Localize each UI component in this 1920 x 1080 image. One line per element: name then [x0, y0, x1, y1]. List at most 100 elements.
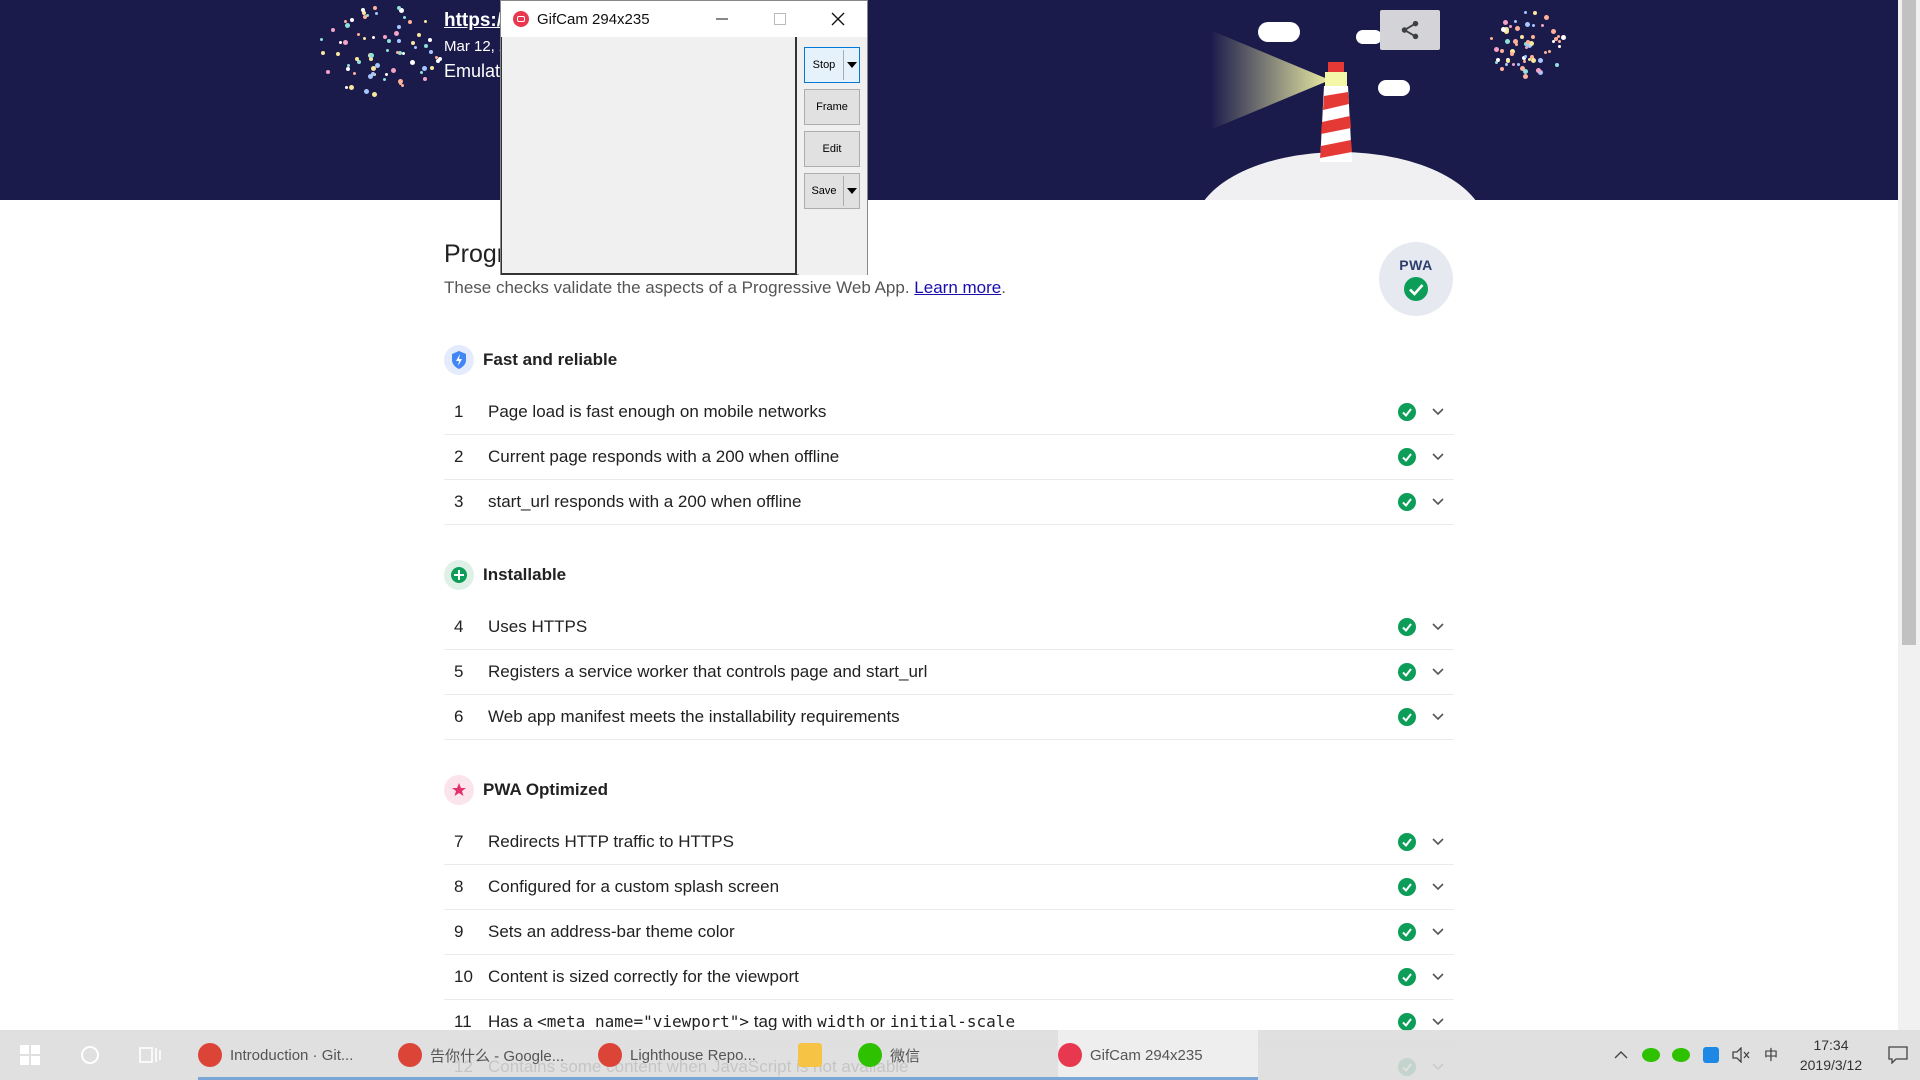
audit-row[interactable]: 9 Sets an address-bar theme color	[444, 910, 1454, 955]
taskbar-app-button[interactable]: 告你什么 - Google...	[398, 1030, 598, 1080]
wechat-tray-icon-2[interactable]	[1668, 1030, 1694, 1080]
chevron-down-icon[interactable]	[1428, 713, 1448, 721]
chevron-down-icon[interactable]	[1428, 408, 1448, 416]
chevron-down-icon[interactable]	[1428, 453, 1448, 461]
audit-row[interactable]: 2 Current page responds with a 200 when o…	[444, 435, 1454, 480]
edit-button[interactable]: Edit	[804, 131, 860, 167]
taskbar-app-button[interactable]: GifCam 294x235	[1058, 1030, 1258, 1080]
tray-overflow-chevron-icon[interactable]	[1608, 1030, 1634, 1080]
chevron-down-icon[interactable]	[1428, 838, 1448, 846]
minimize-icon	[716, 18, 728, 20]
confetti-dot	[421, 65, 427, 71]
save-dropdown-arrow-icon[interactable]	[843, 176, 859, 206]
pass-check-icon	[1398, 1013, 1416, 1031]
audit-row[interactable]: 10 Content is sized correctly for the vie…	[444, 955, 1454, 1000]
audit-row[interactable]: 8 Configured for a custom splash screen	[444, 865, 1454, 910]
pass-check-icon	[1398, 833, 1416, 851]
taskbar-app-label: GifCam 294x235	[1090, 1046, 1203, 1064]
chevron-down-icon[interactable]	[1428, 668, 1448, 676]
bluetooth-star-icon[interactable]	[1698, 1030, 1724, 1080]
page-scrollbar[interactable]	[1898, 0, 1920, 1030]
close-button[interactable]	[809, 1, 867, 37]
learn-more-link[interactable]: Learn more	[914, 278, 1001, 297]
confetti-dot	[350, 17, 355, 22]
taskbar-apps: Introduction · Git... 告你什么 - Google... Lig…	[198, 1030, 1258, 1080]
frame-label: Frame	[816, 101, 848, 113]
save-label: Save	[811, 185, 837, 197]
pass-check-icon	[1398, 618, 1416, 636]
confetti-dot	[419, 71, 423, 75]
confetti-dot	[411, 41, 416, 46]
start-button[interactable]	[0, 1030, 60, 1080]
close-icon	[831, 12, 845, 26]
taskbar-app-button[interactable]: Introduction · Git...	[198, 1030, 398, 1080]
chevron-down-icon[interactable]	[1428, 1018, 1448, 1026]
task-view-button[interactable]	[120, 1030, 180, 1080]
frame-button[interactable]: Frame	[804, 89, 860, 125]
taskbar-app-label: Introduction · Git...	[230, 1046, 354, 1064]
confetti-dot	[403, 15, 407, 19]
gifcam-titlebar[interactable]: GifCam 294x235	[501, 1, 867, 37]
taskbar-app-button[interactable]	[798, 1030, 858, 1080]
audit-row[interactable]: 6 Web app manifest meets the installabili…	[444, 695, 1454, 740]
confetti-dot	[1522, 60, 1526, 64]
stop-dropdown-arrow-icon[interactable]	[843, 50, 859, 80]
audit-title: Sets an address-bar theme color	[488, 922, 735, 941]
confetti-dot	[345, 85, 349, 89]
confetti-dot	[320, 37, 324, 41]
confetti-dot	[1529, 40, 1535, 46]
taskbar-app-button[interactable]: 微信	[858, 1030, 1058, 1080]
confetti-dot	[368, 53, 374, 59]
confetti-dot	[1516, 63, 1520, 67]
share-button[interactable]	[1380, 10, 1440, 50]
minimize-button[interactable]	[693, 1, 751, 37]
audit-row[interactable]: 7 Redirects HTTP traffic to HTTPS	[444, 820, 1454, 865]
audit-title: Redirects HTTP traffic to HTTPS	[488, 832, 734, 851]
chevron-down-icon[interactable]	[1428, 928, 1448, 936]
scrollbar-thumb[interactable]	[1902, 0, 1916, 645]
confetti-dot	[343, 39, 349, 45]
chevron-down-icon[interactable]	[1428, 498, 1448, 506]
taskbar-app-button[interactable]: Lighthouse Repo...	[598, 1030, 798, 1080]
audit-title-text: tag with	[749, 1012, 818, 1031]
confetti-dot	[429, 50, 434, 55]
pass-check-icon	[1398, 448, 1416, 466]
group-pwa-optimized: PWA Optimized	[444, 775, 608, 805]
confetti-dot	[429, 65, 434, 70]
clock-date: 2019/3/12	[1799, 1057, 1863, 1073]
confetti-dot	[384, 72, 388, 76]
confetti-dot	[374, 11, 378, 15]
wechat-tray-icon[interactable]	[1638, 1030, 1664, 1080]
clock-time: 17:34	[1813, 1037, 1849, 1053]
audit-row[interactable]: 3 start_url responds with a 200 when offl…	[444, 480, 1454, 525]
audit-title-code: width	[817, 1012, 866, 1031]
category-description: These checks validate the aspects of a P…	[444, 278, 1006, 298]
chevron-down-icon[interactable]	[1428, 883, 1448, 891]
volume-muted-icon[interactable]	[1728, 1030, 1754, 1080]
audit-title-code: initial-scale	[889, 1012, 1016, 1031]
audit-row[interactable]: 4 Uses HTTPS	[444, 605, 1454, 650]
edit-label: Edit	[822, 143, 842, 155]
check-circle-icon	[1404, 276, 1428, 301]
notification-icon[interactable]	[1878, 1030, 1918, 1080]
confetti-dot	[1557, 39, 1561, 43]
gifcam-capture-frame[interactable]	[501, 37, 797, 275]
chevron-down-icon[interactable]	[1428, 623, 1448, 631]
confetti-dot	[1489, 37, 1493, 41]
search-button[interactable]	[60, 1030, 120, 1080]
report-url-link[interactable]: https://	[444, 10, 507, 32]
audit-row[interactable]: 1 Page load is fast enough on mobile netw…	[444, 390, 1454, 435]
group-fast-reliable: Fast and reliable	[444, 345, 617, 375]
stop-button[interactable]: Stop	[804, 47, 860, 83]
chevron-down-icon[interactable]	[1428, 973, 1448, 981]
audit-title: start_url responds with a 200 when offli…	[488, 492, 802, 511]
save-button[interactable]: Save	[804, 173, 860, 209]
audit-row[interactable]: 5 Registers a service worker that control…	[444, 650, 1454, 695]
taskbar-app-label: 告你什么 - Google...	[430, 1047, 565, 1065]
ime-indicator[interactable]: 中	[1758, 1030, 1784, 1080]
pwa-badge: PWA	[1379, 242, 1453, 316]
confetti-dot	[1505, 39, 1511, 45]
confetti-dot	[356, 33, 360, 37]
confetti-dot	[1544, 15, 1550, 21]
taskbar-clock[interactable]: 17:34 2019/3/12	[1786, 1035, 1876, 1075]
